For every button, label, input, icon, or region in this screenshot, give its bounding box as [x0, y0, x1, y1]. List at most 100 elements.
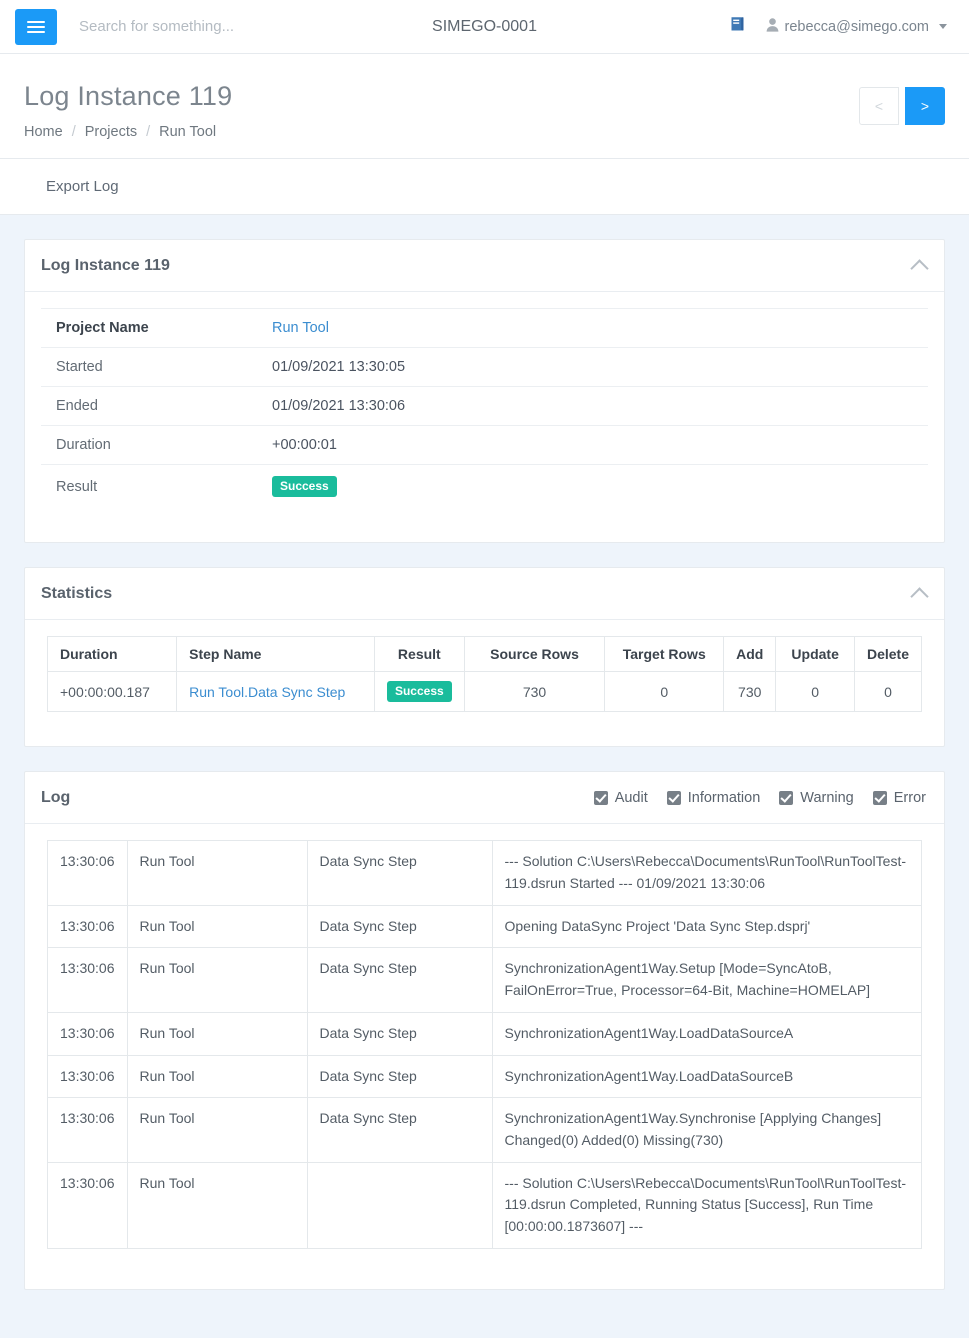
log-filter-group: Audit Information Warning Error	[593, 789, 926, 806]
search-input[interactable]	[79, 18, 379, 35]
column-header-target-rows[interactable]: Target Rows	[604, 636, 725, 673]
cell-time: 13:30:06	[47, 1097, 128, 1163]
page-title: Log Instance 119	[24, 81, 233, 111]
cell-message: --- Solution C:\Users\Rebecca\Documents\…	[491, 840, 922, 906]
table-row: Duration +00:00:01	[41, 425, 928, 465]
detail-value: 01/09/2021 13:30:05	[257, 347, 928, 387]
cell-time: 13:30:06	[47, 904, 128, 949]
column-header-duration[interactable]: Duration	[46, 636, 178, 673]
checkbox-warning[interactable]	[779, 790, 794, 805]
checkbox-audit[interactable]	[593, 790, 608, 805]
cell-message: SynchronizationAgent1Way.Setup [Mode=Syn…	[491, 947, 922, 1013]
cell-target-rows: 0	[604, 671, 725, 713]
filter-warning[interactable]: Warning	[779, 789, 854, 806]
log-instance-detail-table: Project Name Run Tool Started 01/09/2021…	[41, 308, 928, 509]
user-icon	[766, 17, 779, 36]
cell-time: 13:30:06	[47, 947, 128, 1013]
cell-step	[306, 1161, 493, 1249]
filter-audit[interactable]: Audit	[593, 790, 648, 806]
hamburger-icon-bar	[27, 25, 45, 28]
statistics-card: Statistics Duration Step Name Result Sou…	[24, 567, 945, 748]
log-instance-card-header: Log Instance 119	[25, 240, 944, 293]
table-row: 13:30:06 Run Tool Data Sync Step Synchro…	[47, 947, 922, 1013]
filter-error[interactable]: Error	[872, 789, 926, 806]
cell-result: Success	[373, 671, 465, 713]
filter-label-warning: Warning	[800, 789, 854, 806]
user-menu[interactable]: rebecca@simego.com	[766, 17, 947, 36]
column-header-source-rows[interactable]: Source Rows	[463, 636, 606, 673]
breadcrumb-item-home[interactable]: Home	[24, 124, 63, 140]
column-header-add[interactable]: Add	[723, 636, 777, 673]
card-header-actions	[910, 257, 929, 278]
status-badge: Success	[386, 681, 452, 703]
cell-message: --- Solution C:\Users\Rebecca\Documents\…	[491, 1161, 922, 1249]
statistics-card-body: Duration Step Name Result Source Rows Ta…	[25, 620, 944, 746]
statistics-card-title: Statistics	[41, 584, 113, 602]
cell-step: Data Sync Step	[306, 904, 493, 949]
cell-project: Run Tool	[126, 1054, 308, 1099]
step-name-link[interactable]: Run Tool.Data Sync Step	[189, 684, 345, 700]
checkbox-error[interactable]	[872, 790, 887, 805]
detail-value: 01/09/2021 13:30:06	[257, 386, 928, 426]
filter-label-error: Error	[893, 789, 926, 806]
card-header-actions	[910, 585, 929, 606]
column-header-update[interactable]: Update	[775, 636, 855, 673]
previous-page-button[interactable]: <	[859, 87, 899, 126]
breadcrumb-item-run-tool[interactable]: Run Tool	[159, 124, 216, 140]
table-row: 13:30:06 Run Tool --- Solution C:\Users\…	[47, 1161, 922, 1249]
cell-time: 13:30:06	[47, 1054, 128, 1099]
log-card-title: Log	[41, 788, 71, 806]
log-card: Log Audit Information Warning Error 13:3…	[24, 771, 945, 1290]
detail-label: Duration	[41, 425, 257, 465]
statistics-table: Duration Step Name Result Source Rows Ta…	[46, 636, 923, 713]
next-page-button[interactable]: >	[905, 87, 945, 126]
detail-label: Ended	[41, 386, 257, 426]
cell-step: Data Sync Step	[306, 1011, 493, 1056]
cell-step: Data Sync Step	[306, 1054, 493, 1099]
table-row: 13:30:06 Run Tool Data Sync Step Synchro…	[47, 1011, 922, 1056]
detail-value: Success	[257, 464, 928, 509]
cell-step: Data Sync Step	[306, 1097, 493, 1163]
chevron-up-icon[interactable]	[910, 587, 929, 606]
pagination-controls: < >	[859, 87, 945, 126]
table-row: 13:30:06 Run Tool Data Sync Step Synchro…	[47, 1097, 922, 1163]
table-row: 13:30:06 Run Tool Data Sync Step Synchro…	[47, 1054, 922, 1099]
chevron-up-icon[interactable]	[910, 259, 929, 278]
cell-project: Run Tool	[126, 1011, 308, 1056]
column-header-delete[interactable]: Delete	[853, 636, 923, 673]
action-toolbar: Export Log	[0, 159, 969, 216]
table-header-row: Duration Step Name Result Source Rows Ta…	[46, 636, 923, 673]
table-row: 13:30:06 Run Tool Data Sync Step --- Sol…	[47, 840, 922, 906]
cell-duration: +00:00:00.187	[46, 671, 178, 713]
filter-information[interactable]: Information	[666, 790, 760, 806]
table-row: Project Name Run Tool	[41, 308, 928, 348]
cell-message: Opening DataSync Project 'Data Sync Step…	[491, 904, 922, 949]
column-header-result[interactable]: Result	[373, 636, 465, 673]
log-level-filters: Audit Information Warning Error	[593, 789, 926, 806]
checkbox-information[interactable]	[666, 790, 681, 805]
log-table: 13:30:06 Run Tool Data Sync Step --- Sol…	[47, 840, 922, 1249]
cell-message: SynchronizationAgent1Way.Synchronise [Ap…	[491, 1097, 922, 1163]
log-instance-card-body: Project Name Run Tool Started 01/09/2021…	[25, 292, 944, 542]
status-badge: Success	[272, 476, 337, 498]
export-log-button[interactable]: Export Log	[46, 178, 119, 195]
cell-time: 13:30:06	[47, 840, 128, 906]
cell-project: Run Tool	[126, 1161, 308, 1249]
book-icon[interactable]	[729, 16, 746, 38]
table-row: Result Success	[41, 464, 928, 509]
column-header-step-name[interactable]: Step Name	[176, 636, 375, 673]
content-area: Log Instance 119 Project Name Run Tool S…	[0, 215, 969, 1338]
user-email-label: rebecca@simego.com	[784, 18, 929, 35]
cell-project: Run Tool	[126, 904, 308, 949]
cell-step-name: Run Tool.Data Sync Step	[176, 671, 375, 713]
hamburger-menu-button[interactable]	[15, 8, 57, 45]
detail-label: Started	[41, 347, 257, 387]
cell-message: SynchronizationAgent1Way.LoadDataSourceA	[491, 1011, 922, 1056]
detail-label: Project Name	[41, 308, 257, 348]
cell-add: 730	[723, 671, 777, 713]
breadcrumb-item-projects[interactable]: Projects	[85, 124, 137, 140]
log-instance-card: Log Instance 119 Project Name Run Tool S…	[24, 239, 945, 544]
project-name-link[interactable]: Run Tool	[272, 320, 329, 336]
cell-time: 13:30:06	[47, 1011, 128, 1056]
chevron-down-icon	[939, 24, 947, 29]
